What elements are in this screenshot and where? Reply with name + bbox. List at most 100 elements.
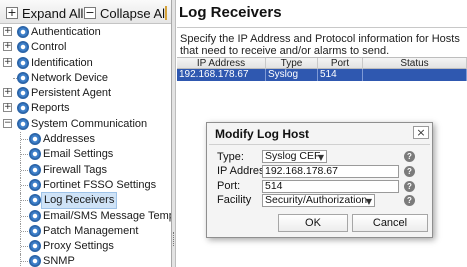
gear-icon — [17, 117, 29, 130]
column-header-type[interactable]: Type — [266, 58, 318, 69]
gear-icon — [29, 194, 41, 207]
collapse-all-button[interactable]: − Collapse All — [84, 4, 168, 22]
expand-icon[interactable]: + — [3, 57, 12, 67]
ok-button[interactable]: OK — [278, 214, 348, 232]
tree-item-label: System Communication — [31, 117, 148, 130]
collapse-icon[interactable]: − — [3, 118, 12, 128]
close-icon[interactable]: × — [413, 126, 429, 139]
ip-address-field[interactable]: 192.168.178.67 — [262, 165, 399, 178]
gear-icon — [29, 163, 41, 176]
tree-item-firewall-tags[interactable]: Firewall Tags — [0, 162, 171, 178]
gear-icon — [29, 178, 41, 191]
expand-icon[interactable]: + — [3, 88, 12, 98]
tree-item-patch-management[interactable]: Patch Management — [0, 223, 171, 240]
tree-connector — [21, 230, 28, 232]
tree-item-persistent-agent[interactable]: + Persistent Agent — [0, 86, 171, 101]
type-select[interactable]: Syslog CEF ▼ — [262, 150, 327, 163]
tree-item-label: Firewall Tags — [43, 163, 107, 176]
settings-tree: + Authentication + Control + Identificat… — [0, 25, 171, 267]
help-icon[interactable]: ? — [404, 181, 415, 192]
tree-item-system-communication[interactable]: − System Communication — [0, 117, 171, 132]
toolbar-overflow-icon[interactable] — [165, 6, 171, 20]
tree-item-addresses[interactable]: Addresses — [0, 132, 171, 148]
tree-item-identification[interactable]: + Identification — [0, 56, 171, 71]
tree-item-label: SNMP — [43, 255, 75, 267]
expand-icon[interactable]: + — [3, 103, 12, 113]
gear-icon — [17, 71, 29, 84]
tree-item-control[interactable]: + Control — [0, 40, 171, 55]
tree-item-snmp[interactable]: SNMP — [0, 254, 171, 267]
gear-icon — [17, 41, 29, 54]
gear-icon — [29, 148, 41, 161]
chevron-down-icon: ▼ — [365, 197, 372, 206]
gear-icon — [17, 87, 29, 100]
tree-connector — [21, 154, 28, 156]
gear-icon — [29, 255, 41, 267]
gear-icon — [17, 56, 29, 69]
tree-item-label: Authentication — [31, 26, 101, 38]
expand-all-label: Expand All — [22, 5, 84, 21]
facility-label: Facility — [217, 194, 252, 206]
help-icon[interactable]: ? — [404, 166, 415, 177]
panel-splitter[interactable] — [172, 0, 176, 267]
tree-connector — [21, 139, 28, 141]
minus-icon: − — [84, 6, 96, 19]
tree-item-label: Persistent Agent — [31, 87, 112, 100]
modify-log-host-dialog: Modify Log Host × Type: Syslog CEF ▼ ? I… — [206, 122, 433, 238]
tree-item-label: Email/SMS Message Templates — [43, 209, 171, 222]
tree-connector — [21, 169, 28, 171]
collapse-all-label: Collapse All — [100, 5, 168, 21]
column-header-port[interactable]: Port — [318, 58, 363, 69]
tree-toolbar: + Expand All − Collapse All — [0, 0, 171, 24]
expand-icon[interactable]: + — [3, 27, 12, 36]
tree-connector — [21, 200, 28, 202]
dialog-title: Modify Log Host — [215, 127, 309, 141]
facility-select[interactable]: Security/Authorization ▼ — [262, 194, 375, 207]
tree-item-authentication[interactable]: + Authentication — [0, 25, 171, 40]
tree-item-label: Patch Management — [43, 224, 139, 237]
tree-item-label: Control — [31, 41, 67, 54]
expand-all-button[interactable]: + Expand All — [6, 4, 83, 22]
tree-item-network-device[interactable]: Network Device — [0, 71, 171, 86]
table-row[interactable]: 192.168.178.67 Syslog CEF 514 — [177, 69, 467, 92]
gear-icon — [17, 102, 29, 115]
tree-connector — [21, 261, 28, 263]
help-icon[interactable]: ? — [404, 151, 415, 162]
column-header-status[interactable]: Status — [363, 58, 467, 69]
tree-item-label: Identification — [31, 56, 93, 69]
tree-connector — [21, 184, 28, 186]
tree-item-proxy-settings[interactable]: Proxy Settings — [0, 239, 171, 255]
page-description: Specify the IP Address and Protocol info… — [180, 33, 460, 57]
type-label: Type: — [217, 151, 244, 163]
cell-port: 514 — [318, 69, 363, 81]
dialog-divider — [209, 144, 430, 145]
column-header-ip-address[interactable]: IP Address — [177, 58, 266, 69]
facility-select-value: Security/Authorization — [265, 194, 368, 206]
table-header: IP Address Type Port Status — [177, 57, 467, 69]
tree-item-email-settings[interactable]: Email Settings — [0, 147, 171, 163]
help-icon[interactable]: ? — [404, 195, 415, 206]
tree-connector — [21, 215, 28, 217]
port-label: Port: — [217, 180, 241, 192]
cell-status — [363, 69, 467, 81]
tree-item-label: Proxy Settings — [43, 240, 114, 253]
tree-item-email-sms-templates[interactable]: Email/SMS Message Templates — [0, 208, 171, 224]
tree-item-label: Network Device — [31, 71, 109, 84]
tree-item-label: Email Settings — [43, 148, 114, 161]
tree-connector — [21, 246, 28, 248]
tree-item-fortinet-fsso-settings[interactable]: Fortinet FSSO Settings — [0, 177, 171, 194]
title-divider — [177, 27, 467, 28]
tree-item-label: Addresses — [43, 133, 95, 146]
gear-icon — [29, 240, 41, 253]
tree-item-label: Reports — [31, 102, 70, 115]
tree-item-log-receivers[interactable]: Log Receivers — [0, 192, 171, 210]
cancel-button[interactable]: Cancel — [352, 214, 428, 232]
port-field[interactable]: 514 — [262, 180, 399, 193]
gear-icon — [17, 26, 29, 38]
expand-icon[interactable]: + — [3, 42, 12, 52]
type-select-value: Syslog CEF — [265, 150, 321, 162]
splitter-grip-icon[interactable] — [173, 232, 175, 246]
gear-icon — [29, 224, 41, 237]
tree-item-label: Log Receivers — [41, 192, 118, 210]
tree-item-reports[interactable]: + Reports — [0, 101, 171, 116]
